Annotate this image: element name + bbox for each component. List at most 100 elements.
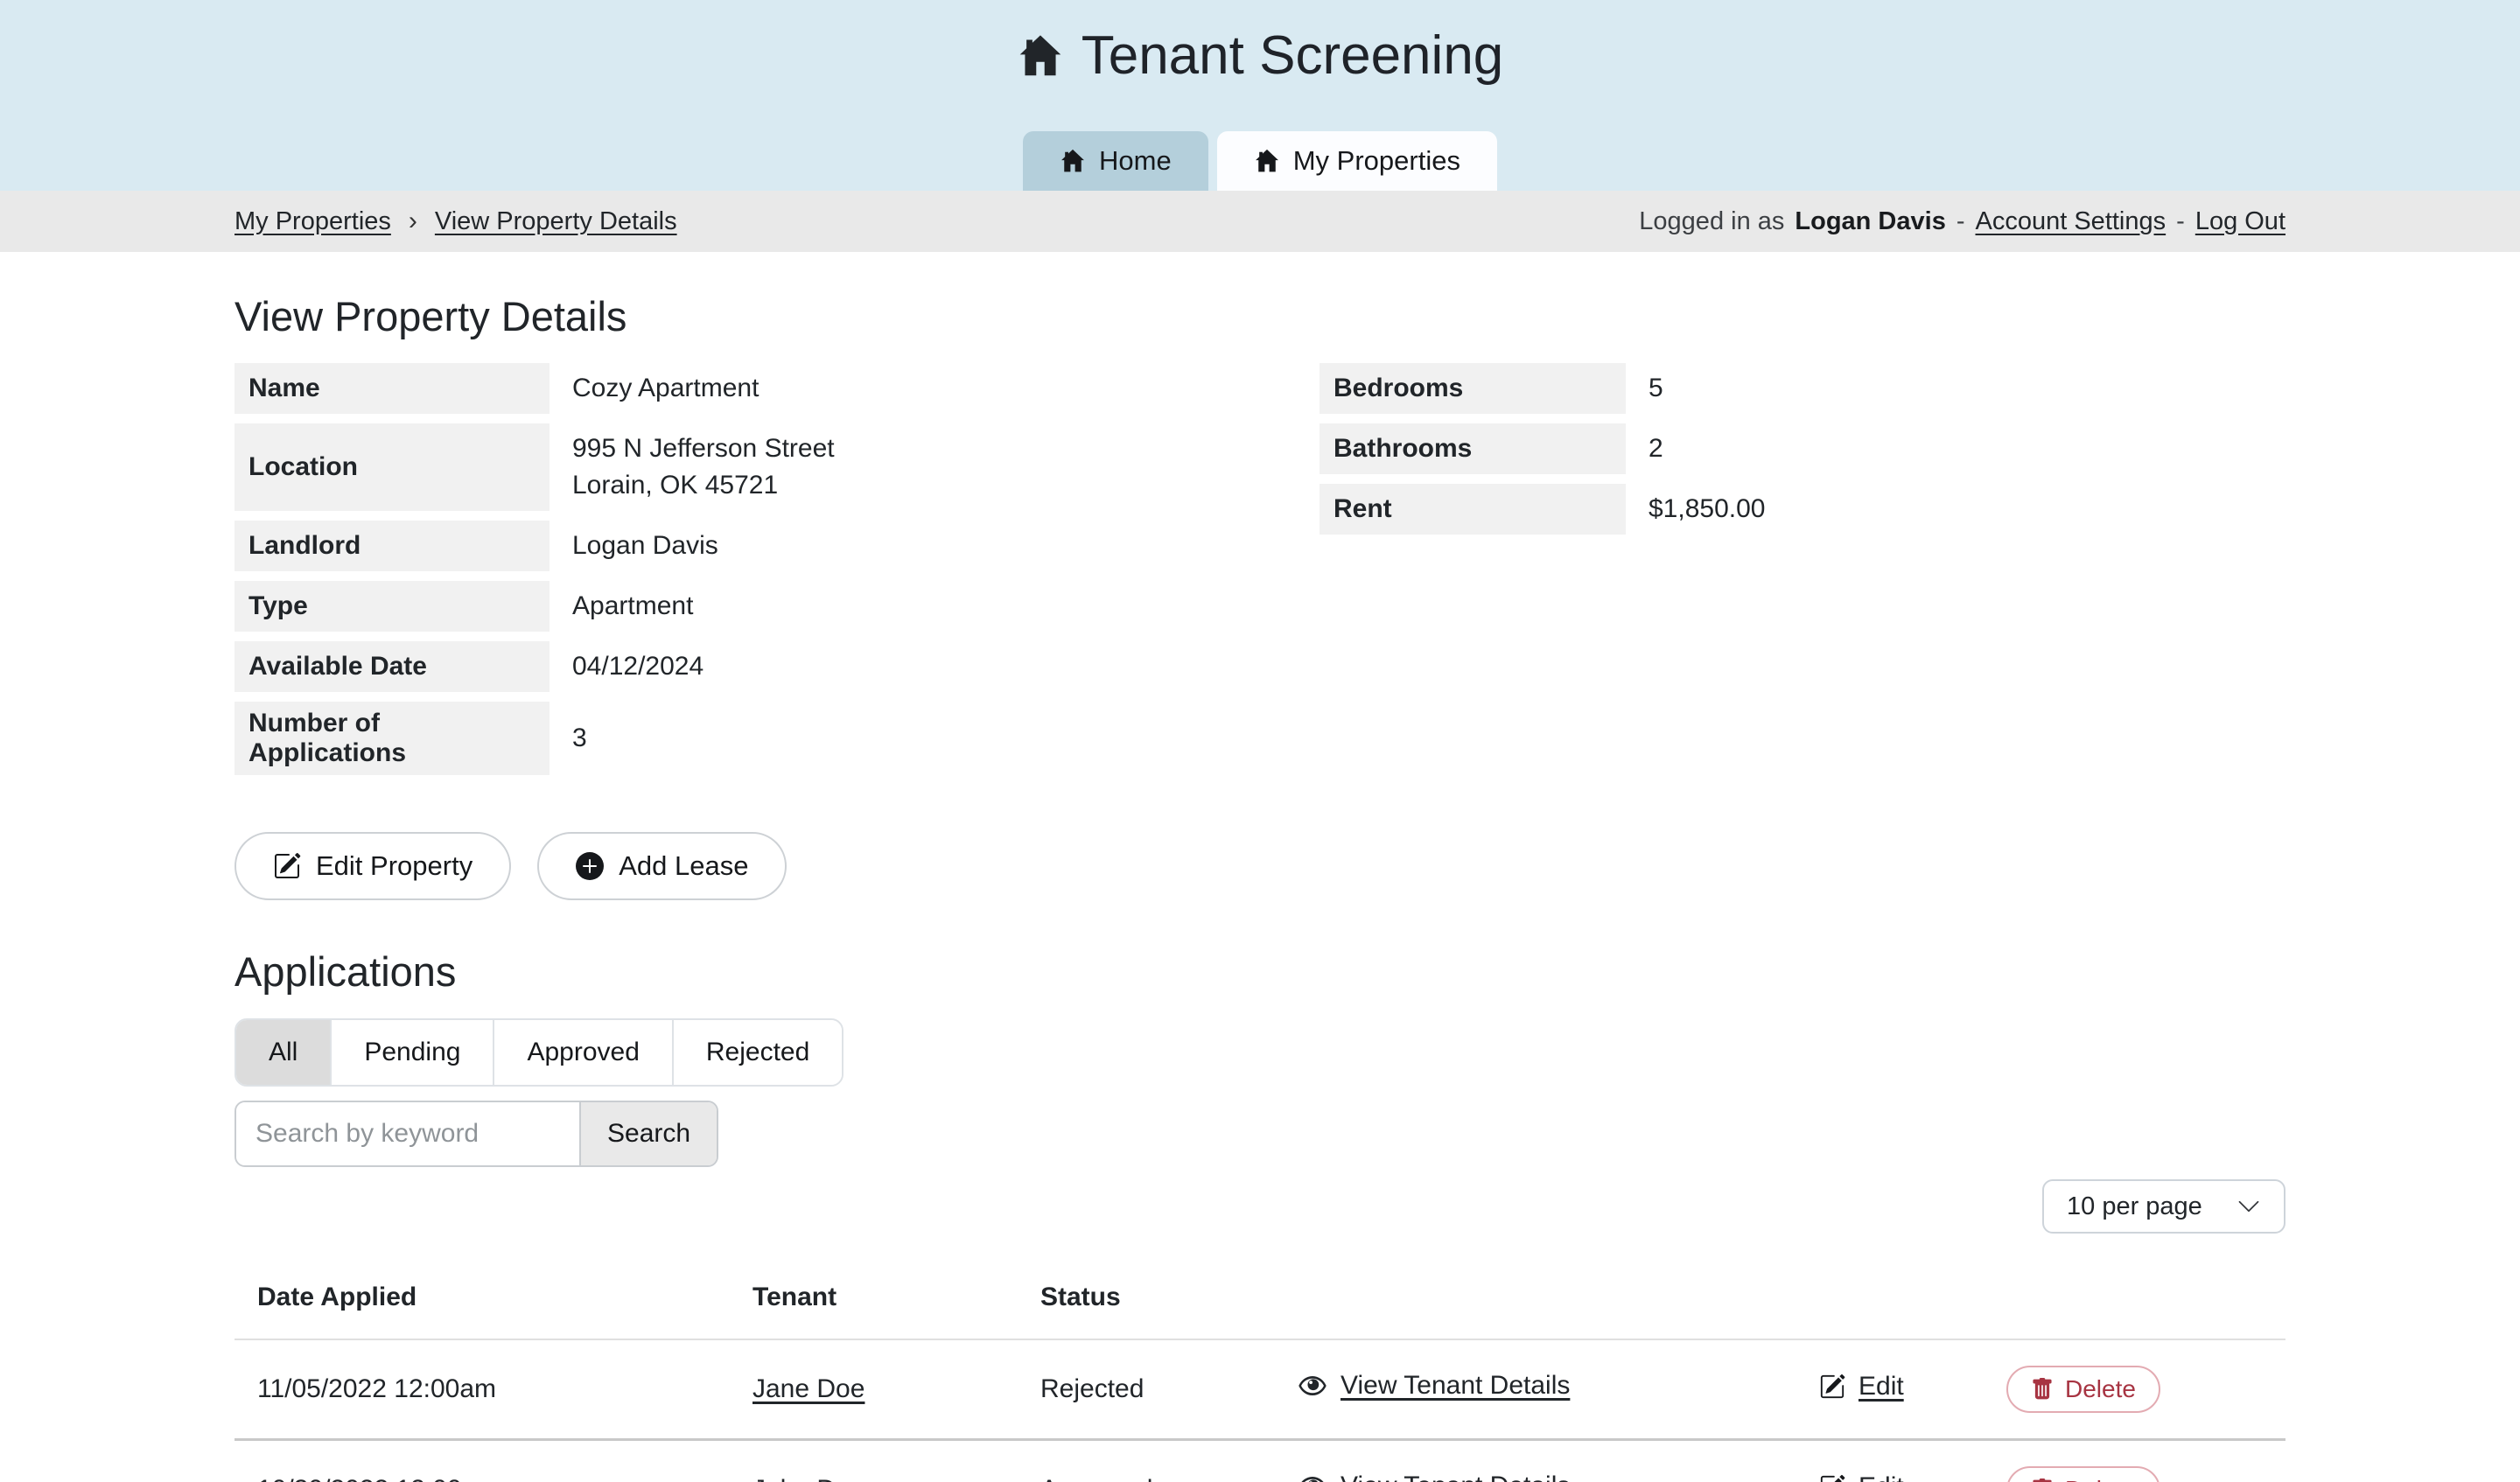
status-cell: Rejected <box>1040 1374 1298 1404</box>
detail-value: 04/12/2024 <box>550 641 726 692</box>
plus-circle-icon <box>576 852 604 880</box>
search-group: Search <box>234 1101 718 1167</box>
edit-icon <box>1819 1374 1845 1400</box>
detail-label: Number of Applications <box>234 702 550 775</box>
app-header: Tenant Screening Home My Properties <box>0 0 2520 191</box>
delete-button[interactable]: Delete <box>2006 1466 2160 1482</box>
detail-row: Bedrooms5 <box>1320 363 2286 414</box>
detail-row: Rent$1,850.00 <box>1320 484 2286 535</box>
breadcrumb-view-property-details[interactable]: View Property Details <box>435 207 677 236</box>
session-info: Logged in as Logan Davis - Account Setti… <box>1639 207 2286 236</box>
eye-icon <box>1298 1371 1327 1401</box>
filter-all[interactable]: All <box>236 1020 332 1085</box>
search-button[interactable]: Search <box>579 1102 717 1165</box>
dash-separator: - <box>1956 207 1965 236</box>
detail-row: LandlordLogan Davis <box>234 521 1320 571</box>
main-nav: Home My Properties <box>0 131 2520 191</box>
add-lease-button[interactable]: Add Lease <box>537 832 787 900</box>
search-input[interactable] <box>236 1102 579 1165</box>
edit-property-label: Edit Property <box>316 850 472 882</box>
eye-icon <box>1298 1472 1327 1482</box>
property-details: NameCozy ApartmentLocation995 N Jefferso… <box>234 363 2286 785</box>
header-tenant: Tenant <box>752 1283 1040 1312</box>
logged-in-prefix: Logged in as <box>1639 207 1784 236</box>
house-icon <box>1060 148 1086 174</box>
status-cell: Approved <box>1040 1475 1298 1482</box>
detail-value: 5 <box>1626 363 1686 414</box>
view-tenant-details-link[interactable]: View Tenant Details <box>1298 1371 1570 1401</box>
tab-home-label: Home <box>1099 145 1172 177</box>
application-row: 10/30/2022 12:00am John Doe Approved Vie… <box>234 1441 2286 1482</box>
chevron-down-icon <box>2236 1194 2261 1219</box>
detail-row: Bathrooms2 <box>1320 423 2286 474</box>
detail-value: 3 <box>550 702 610 775</box>
tab-my-properties[interactable]: My Properties <box>1217 131 1497 191</box>
tab-home[interactable]: Home <box>1023 131 1208 191</box>
header-status: Status <box>1040 1283 1298 1312</box>
breadcrumb-my-properties[interactable]: My Properties <box>234 207 391 236</box>
detail-value: $1,850.00 <box>1626 484 1788 535</box>
edit-link[interactable]: Edit <box>1819 1372 1904 1402</box>
property-actions: Edit Property Add Lease <box>234 832 2286 900</box>
logged-in-user: Logan Davis <box>1795 207 1945 236</box>
detail-value: Apartment <box>550 581 716 632</box>
delete-label: Delete <box>2065 1375 2136 1403</box>
applications-table: Date Applied Tenant Status 11/05/2022 12… <box>234 1260 2286 1482</box>
detail-label: Type <box>234 581 550 632</box>
detail-row: Location995 N Jefferson Street Lorain, O… <box>234 423 1320 511</box>
detail-value: 2 <box>1626 423 1686 474</box>
detail-value: Logan Davis <box>550 521 741 571</box>
view-tenant-details-link[interactable]: View Tenant Details <box>1298 1472 1570 1482</box>
filter-pending[interactable]: Pending <box>332 1020 494 1085</box>
detail-label: Bathrooms <box>1320 423 1626 474</box>
property-stats-table: Bedrooms5Bathrooms2Rent$1,850.00 <box>1320 363 2286 544</box>
page-title: View Property Details <box>234 292 2286 340</box>
detail-value: 995 N Jefferson Street Lorain, OK 45721 <box>550 423 858 511</box>
applications-table-header: Date Applied Tenant Status <box>234 1260 2286 1340</box>
detail-label: Name <box>234 363 550 414</box>
app-title: Tenant Screening <box>1082 24 1504 87</box>
property-details-table: NameCozy ApartmentLocation995 N Jefferso… <box>234 363 1320 785</box>
tab-my-properties-label: My Properties <box>1293 145 1460 177</box>
filter-approved[interactable]: Approved <box>494 1020 673 1085</box>
edit-property-button[interactable]: Edit Property <box>234 832 511 900</box>
status-filter-group: AllPendingApprovedRejected <box>234 1018 844 1087</box>
detail-label: Landlord <box>234 521 550 571</box>
delete-button[interactable]: Delete <box>2006 1366 2160 1413</box>
search-row: Search <box>234 1087 2286 1167</box>
account-settings-link[interactable]: Account Settings <box>1976 207 2166 236</box>
per-page-select[interactable]: 10 per page <box>2042 1179 2286 1234</box>
trash-icon <box>2031 1378 2054 1401</box>
house-icon <box>1254 148 1280 174</box>
detail-row: TypeApartment <box>234 581 1320 632</box>
main-content: View Property Details NameCozy Apartment… <box>0 292 2520 1482</box>
detail-label: Bedrooms <box>1320 363 1626 414</box>
application-row: 11/05/2022 12:00am Jane Doe Rejected Vie… <box>234 1340 2286 1441</box>
edit-icon <box>1819 1474 1845 1482</box>
tenant-link[interactable]: Jane Doe <box>752 1374 864 1403</box>
detail-row: NameCozy Apartment <box>234 363 1320 414</box>
detail-value: Cozy Apartment <box>550 363 781 414</box>
edit-link[interactable]: Edit <box>1819 1472 1904 1482</box>
detail-label: Available Date <box>234 641 550 692</box>
dash-separator: - <box>2176 207 2185 236</box>
detail-row: Available Date04/12/2024 <box>234 641 1320 692</box>
house-icon <box>1017 32 1064 80</box>
per-page-value: 10 per page <box>2067 1192 2202 1221</box>
date-applied-cell: 11/05/2022 12:00am <box>234 1374 752 1404</box>
applications-table-body: 11/05/2022 12:00am Jane Doe Rejected Vie… <box>234 1340 2286 1482</box>
detail-label: Rent <box>1320 484 1626 535</box>
edit-icon <box>273 852 301 880</box>
detail-row: Number of Applications3 <box>234 702 1320 775</box>
tenant-link[interactable]: John Doe <box>752 1475 864 1482</box>
breadcrumb-separator: › <box>409 206 417 236</box>
log-out-link[interactable]: Log Out <box>2195 207 2286 236</box>
delete-label: Delete <box>2065 1476 2136 1482</box>
detail-label: Location <box>234 423 550 511</box>
per-page-row: 10 per page <box>234 1179 2286 1234</box>
app-title-wrap: Tenant Screening <box>1017 0 1504 87</box>
add-lease-label: Add Lease <box>619 850 748 882</box>
filter-rejected[interactable]: Rejected <box>674 1020 842 1085</box>
applications-heading: Applications <box>234 947 2286 996</box>
date-applied-cell: 10/30/2022 12:00am <box>234 1475 752 1482</box>
